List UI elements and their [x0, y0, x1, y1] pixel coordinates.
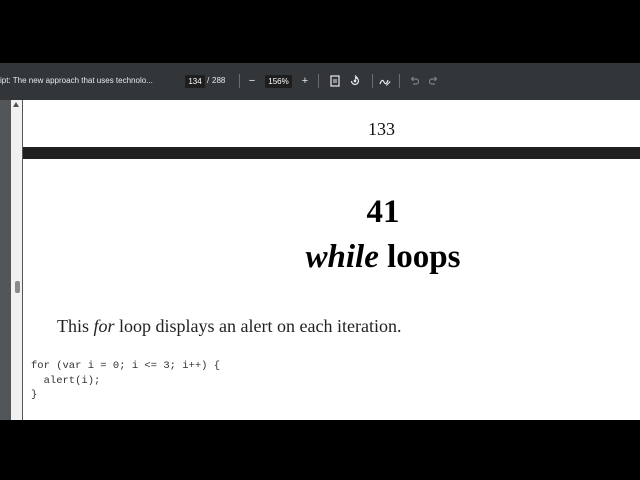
rotate-button[interactable] — [347, 73, 363, 89]
rotate-icon — [350, 75, 360, 86]
pdf-toolbar: ipt: The new approach that uses technolo… — [0, 63, 640, 100]
total-pages: 288 — [212, 76, 226, 85]
zoom-level-input[interactable]: 156% — [265, 75, 292, 88]
page-number: 133 — [368, 119, 395, 139]
toolbar-divider — [318, 74, 319, 88]
toolbar-divider — [239, 74, 240, 88]
code-block: for (var i = 0; i <= 3; i++) { alert(i);… — [31, 359, 220, 403]
redo-button[interactable] — [426, 73, 442, 89]
chapter-title-keyword: while — [305, 239, 379, 275]
annotate-button[interactable] — [377, 73, 393, 89]
fit-page-icon — [330, 75, 340, 87]
header-rule — [23, 147, 640, 159]
chapter-title-rest: loops — [378, 239, 461, 275]
body-paragraph: This for loop displays an alert on each … — [57, 316, 401, 337]
page-number-input[interactable]: 134 — [185, 75, 205, 88]
scrollbar-thumb[interactable] — [15, 281, 20, 293]
undo-button[interactable] — [406, 73, 422, 89]
fit-page-button[interactable] — [327, 73, 343, 89]
body-text-keyword: for — [93, 316, 115, 336]
toolbar-divider — [399, 74, 400, 88]
undo-icon — [410, 76, 420, 85]
plus-icon: + — [301, 75, 309, 87]
vertical-scrollbar[interactable] — [11, 100, 22, 420]
minus-icon: − — [248, 75, 256, 87]
annotate-icon — [379, 79, 391, 86]
code-line: alert(i); — [31, 374, 101, 387]
body-text-end: loop displays an alert on each iteration… — [114, 316, 402, 336]
chapter-title: while loops — [23, 239, 640, 276]
chapter-number: 41 — [366, 194, 400, 230]
scroll-up-arrow-icon[interactable] — [13, 102, 19, 107]
code-line: for (var i = 0; i <= 3; i++) { — [31, 360, 221, 372]
pdf-page: 133 41 while loops This for loop display… — [23, 100, 640, 420]
body-text-start: This — [57, 316, 94, 336]
redo-icon — [428, 76, 438, 85]
document-title: ipt: The new approach that uses technolo… — [0, 76, 153, 85]
page-separator: / — [207, 76, 210, 85]
zoom-in-button[interactable]: + — [297, 73, 313, 89]
code-line: } — [31, 389, 38, 401]
zoom-out-button[interactable]: − — [244, 73, 260, 89]
toolbar-divider — [372, 74, 373, 88]
